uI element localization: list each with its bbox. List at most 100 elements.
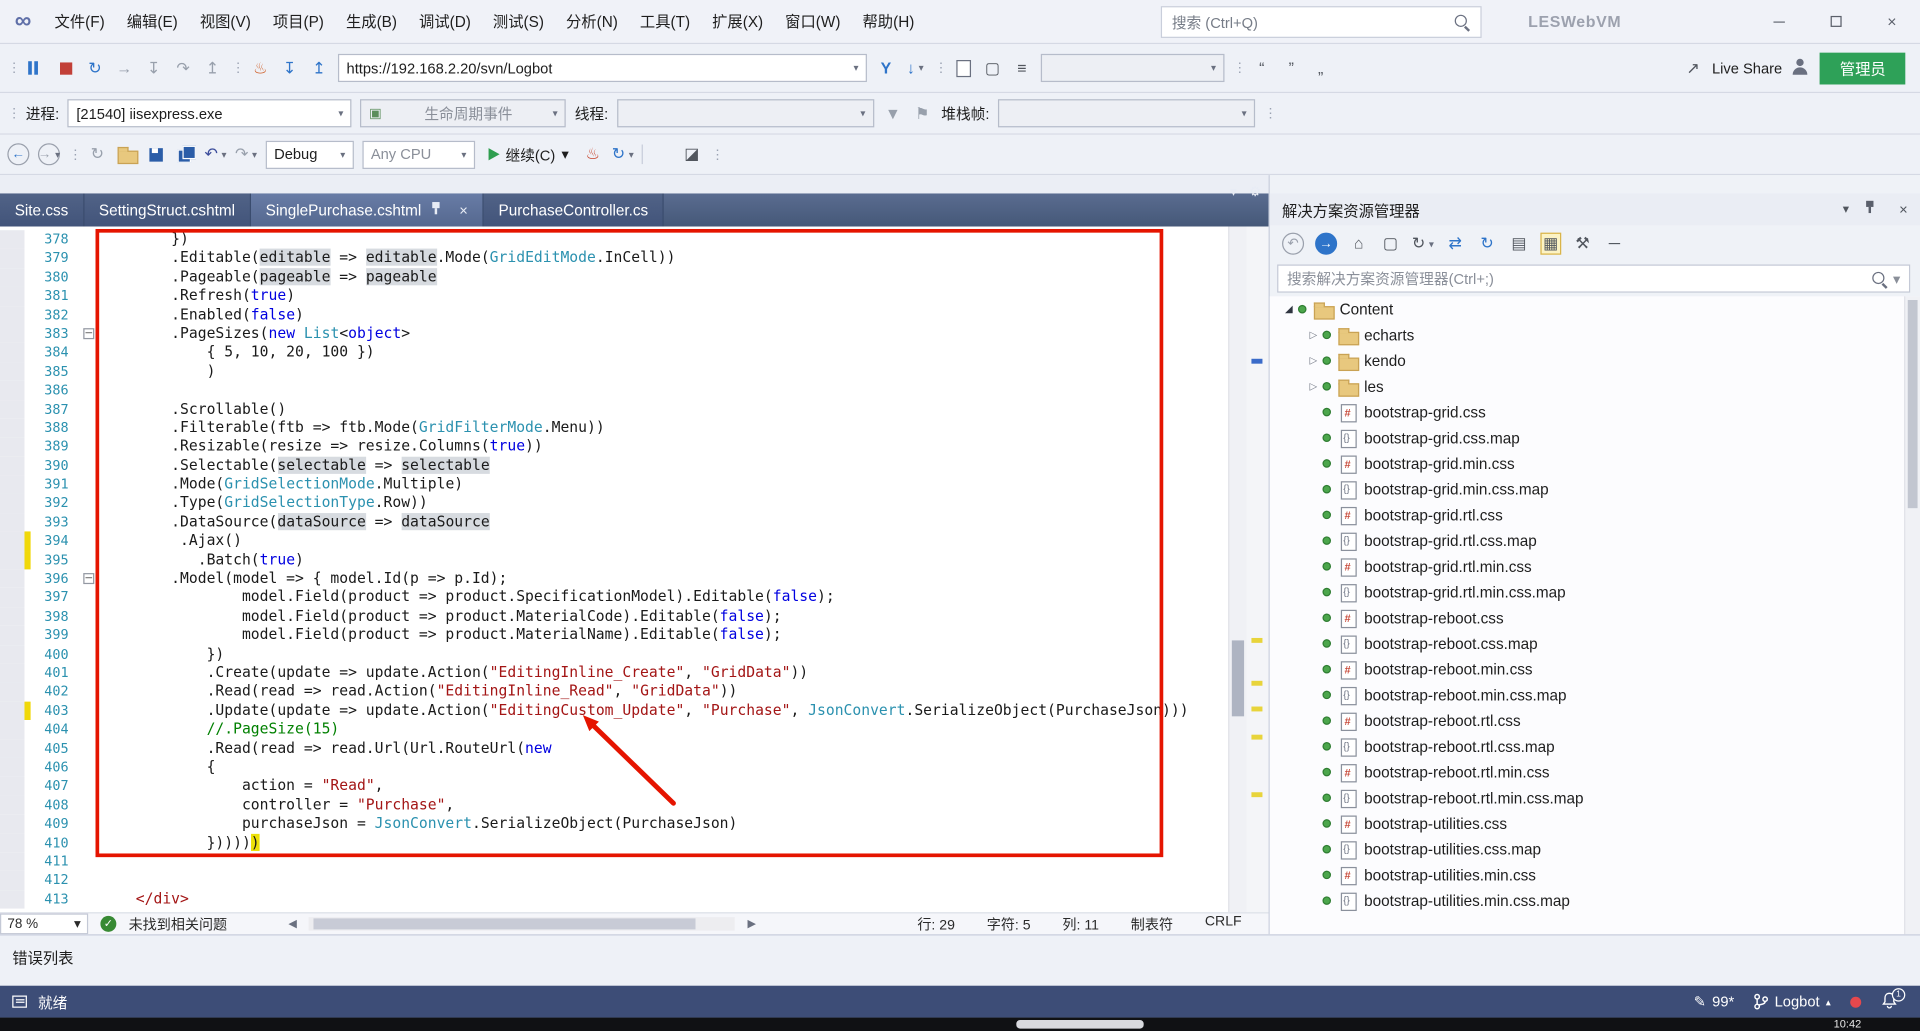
code-line[interactable]: 383 – .PageSizes(new List<object> xyxy=(0,324,1269,344)
redo-icon[interactable]: ↷ ▾ xyxy=(235,143,257,165)
lifecycle-events-combo[interactable]: ▣ 生命周期事件 ▾ xyxy=(360,99,567,128)
restart-application-icon[interactable]: ↻ ▾ xyxy=(612,143,634,165)
se-show-all-files-icon[interactable]: ▦ xyxy=(1540,232,1562,255)
menu-item[interactable]: 窗口(W) xyxy=(774,1,851,43)
tree-item[interactable]: bootstrap-reboot.rtl.css.map xyxy=(1270,733,1920,759)
code-line[interactable]: 405 .Read(read => read.Url(Url.RouteUrl(… xyxy=(0,739,1269,758)
code-line[interactable]: 385 ) xyxy=(0,362,1269,381)
panel-options-chevron-icon[interactable]: ▾ xyxy=(1843,203,1849,216)
solution-platform-combo[interactable]: Any CPU ▾ xyxy=(362,140,475,169)
breakpoint-margin[interactable] xyxy=(0,814,25,834)
breakpoint-margin[interactable] xyxy=(0,475,25,495)
publish-icon[interactable]: ↥ xyxy=(309,57,330,79)
line-ending[interactable]: CRLF xyxy=(1205,914,1242,934)
expand-icon[interactable]: ▷ xyxy=(1304,381,1322,392)
tree-item[interactable]: bootstrap-grid.rtl.min.css.map xyxy=(1270,579,1920,605)
tree-item[interactable]: bootstrap-reboot.rtl.css xyxy=(1270,708,1920,734)
pin-panel-icon[interactable] xyxy=(1864,198,1885,220)
stop-icon[interactable] xyxy=(55,57,76,79)
tree-item[interactable]: bootstrap-utilities.css.map xyxy=(1270,836,1920,862)
solution-tree-scrollbar[interactable] xyxy=(1904,296,1920,935)
snippet-icon[interactable]: „ xyxy=(1310,57,1331,79)
breakpoint-margin[interactable] xyxy=(0,644,25,664)
tree-item[interactable]: bootstrap-grid.css xyxy=(1270,399,1920,425)
window-layout-icon[interactable]: ▢ xyxy=(982,57,1003,79)
code-line[interactable]: 398 model.Field(product => product.Mater… xyxy=(0,607,1269,626)
solution-configuration-combo-dropdown-icon[interactable]: ▾ xyxy=(340,149,345,160)
step-over-icon[interactable]: ↷ xyxy=(173,57,194,79)
flag-threads-icon[interactable]: ⚑ xyxy=(912,102,933,124)
menu-item[interactable]: 扩展(X) xyxy=(701,1,774,43)
code-line[interactable]: 394 .Ajax() xyxy=(0,531,1269,551)
stack-frame-combo-dropdown-icon[interactable]: ▾ xyxy=(1242,108,1247,119)
error-list-bar[interactable]: 错误列表 xyxy=(0,934,1920,986)
search-options-chevron-icon[interactable]: ▾ xyxy=(1893,270,1900,287)
menu-item[interactable]: 分析(N) xyxy=(555,1,629,43)
code-line[interactable]: 393 .DataSource(dataSource => dataSource xyxy=(0,512,1269,532)
code-line[interactable]: 408 controller = "Purchase", xyxy=(0,795,1269,815)
tree-item[interactable]: bootstrap-reboot.min.css xyxy=(1270,656,1920,682)
breakpoint-margin[interactable] xyxy=(0,833,25,853)
close-button[interactable]: × xyxy=(1864,0,1920,43)
live-share-label[interactable]: Live Share xyxy=(1712,59,1782,76)
code-line[interactable]: 378 }) xyxy=(0,230,1269,250)
undo-icon[interactable]: ↶ ▾ xyxy=(204,143,226,165)
breakpoint-margin[interactable] xyxy=(0,720,25,740)
expand-icon[interactable]: ▷ xyxy=(1304,329,1322,340)
menu-item[interactable]: 文件(F) xyxy=(44,1,116,43)
code-line[interactable]: 399 model.Field(product => product.Mater… xyxy=(0,625,1269,645)
breakpoint-margin[interactable] xyxy=(0,437,25,457)
thread-combo-dropdown-icon[interactable]: ▾ xyxy=(860,108,865,119)
breakpoint-margin[interactable] xyxy=(0,889,25,909)
tree-item[interactable]: ▷ les xyxy=(1270,373,1920,399)
code-line[interactable]: 382 .Enabled(false) xyxy=(0,305,1269,325)
window-options-gear-icon[interactable]: ⚙ xyxy=(1249,184,1261,200)
breakpoint-margin[interactable] xyxy=(0,380,25,400)
tree-item[interactable]: bootstrap-grid.rtl.min.css xyxy=(1270,553,1920,579)
active-files-dropdown-icon[interactable]: ▾ xyxy=(1230,184,1237,200)
toolbar-grip[interactable]: ⋮ xyxy=(69,146,82,163)
code-line[interactable]: 395 .Batch(true) xyxy=(0,550,1269,570)
se-properties-wrench-icon[interactable]: ⚒ xyxy=(1572,233,1593,255)
code-line[interactable]: 402 .Read(read => read.Action("EditingIn… xyxy=(0,682,1269,702)
tree-item[interactable]: bootstrap-grid.min.css.map xyxy=(1270,476,1920,502)
continue-dropdown-icon[interactable]: ▾ xyxy=(561,146,568,163)
process-combo[interactable]: [21540] iisexpress.exe ▾ xyxy=(67,99,352,128)
menu-item[interactable]: 帮助(H) xyxy=(851,1,925,43)
tree-item[interactable]: bootstrap-utilities.css xyxy=(1270,811,1920,837)
menu-item[interactable]: 编辑(E) xyxy=(116,1,189,43)
step-out-icon[interactable]: ↥ xyxy=(202,57,223,79)
document-tab[interactable]: SinglePurchase.cshtml × xyxy=(250,193,484,227)
feedback-person-icon[interactable] xyxy=(1791,57,1812,79)
pause-icon[interactable] xyxy=(26,57,47,79)
breakpoint-margin[interactable] xyxy=(0,569,25,589)
comment-selection-icon[interactable]: “ xyxy=(1251,57,1272,79)
se-navigate-forward-icon[interactable]: → xyxy=(1315,232,1338,255)
refresh-linked-browsers-icon[interactable]: ↓ ▾ xyxy=(905,57,926,79)
se-switch-views-icon[interactable]: ▢ xyxy=(1380,233,1401,255)
code-line[interactable]: 388 .Filterable(ftb => ftb.Mode(GridFilt… xyxy=(0,418,1269,438)
breakpoint-margin[interactable] xyxy=(0,512,25,532)
se-sync-with-active-document-icon[interactable]: ⇄ xyxy=(1445,233,1466,255)
document-tab[interactable]: PurchaseController.cs xyxy=(483,193,665,227)
code-editor[interactable]: 378 }) 379 .Editable(editable => editable… xyxy=(0,226,1269,913)
breakpoint-margin[interactable] xyxy=(0,456,25,476)
solution-explorer-search-box[interactable]: 搜索解决方案资源管理器(Ctrl+;) ▾ xyxy=(1277,264,1911,293)
branch-item[interactable]: Logbot ▴ xyxy=(1754,993,1831,1010)
document-tab[interactable]: Site.css xyxy=(0,193,85,227)
continue-button[interactable]: 继续(C) ▾ xyxy=(483,144,573,165)
refresh-file-icon[interactable]: ↻ xyxy=(87,143,108,165)
process-combo-dropdown-icon[interactable]: ▾ xyxy=(338,108,343,119)
tree-item[interactable]: ▷ echarts xyxy=(1270,322,1920,348)
show-next-statement-icon[interactable]: → xyxy=(114,57,135,79)
tree-item[interactable]: bootstrap-grid.css.map xyxy=(1270,425,1920,451)
tree-item[interactable]: bootstrap-utilities.min.css xyxy=(1270,862,1920,888)
hscroll-right-icon[interactable]: ▶ xyxy=(747,917,755,930)
toolbar-grip[interactable]: ⋮ xyxy=(1264,105,1277,122)
navigate-forward-icon[interactable]: → ▾ xyxy=(37,143,60,166)
toolbar-grip[interactable]: ⋮ xyxy=(1233,60,1246,76)
breakpoint-margin[interactable] xyxy=(0,739,25,758)
tree-item[interactable]: bootstrap-reboot.min.css.map xyxy=(1270,682,1920,708)
toolbar-grip[interactable]: ⋮ xyxy=(7,105,20,122)
menu-item[interactable]: 视图(V) xyxy=(189,1,262,43)
